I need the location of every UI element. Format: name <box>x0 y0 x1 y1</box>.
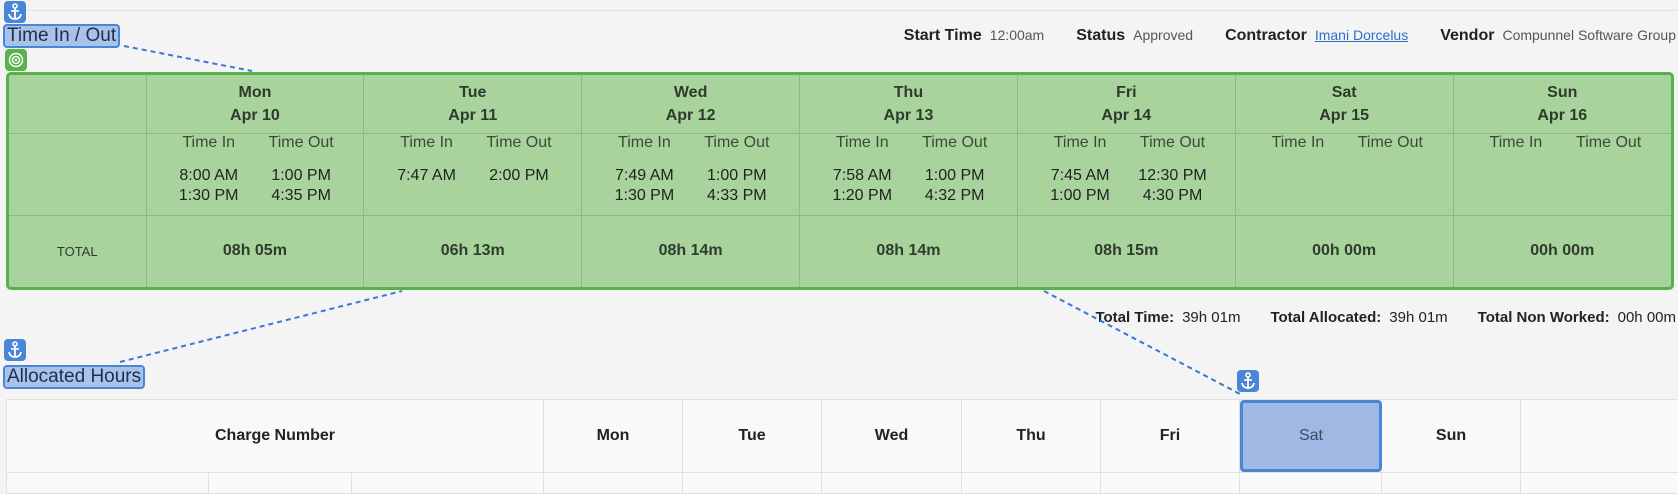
allocated-header-row: Charge Number Mon Tue Wed Thu Fri Sat Su… <box>7 400 1678 473</box>
time-in-value: 7:58 AM <box>832 167 892 184</box>
corner-cell <box>9 75 147 134</box>
sub-cell <box>822 473 962 493</box>
alloc-extra-header <box>1521 400 1677 472</box>
timesheet-meta: Start Time 12:00am Status Approved Contr… <box>904 27 1676 45</box>
day-total: 08h 15m <box>1017 215 1236 287</box>
time-in-out-table: Mon Apr 10 Tue Apr 11 Wed Apr 12 Thu Apr 13 … <box>6 72 1674 290</box>
total-allocated-label: Total Allocated: <box>1270 309 1382 326</box>
time-out-value: 12:30 PM <box>1138 167 1207 184</box>
time-in-value: 1:30 PM <box>614 187 675 204</box>
day-times-cell: Time In Time Out 7:47 AM 2:00 PM <box>363 133 583 216</box>
total-time-value: 39h 01m <box>1182 309 1241 326</box>
day-header: Sat Apr 15 <box>1235 75 1454 134</box>
day-total: 08h 14m <box>799 215 1018 287</box>
sub-cell <box>209 473 352 493</box>
alloc-day-header[interactable]: Thu <box>962 400 1101 472</box>
time-in-value: 1:30 PM <box>178 187 239 204</box>
total-non-worked-label: Total Non Worked: <box>1477 309 1610 326</box>
anchor-icon <box>4 339 26 361</box>
day-times-cell: Time In Time Out 7:58 AM 1:20 PM 1:00 PM 4:… <box>799 133 1018 216</box>
alloc-day-header[interactable]: Sun <box>1382 400 1521 472</box>
allocated-hours-highlight-label: Allocated Hours <box>3 365 146 389</box>
top-divider <box>20 10 1678 11</box>
anchor-icon <box>4 1 26 23</box>
time-out-value: 1:00 PM <box>271 167 331 184</box>
time-in-value: 7:47 AM <box>397 167 456 184</box>
contractor-link[interactable]: Imani Dorcelus <box>1315 27 1408 43</box>
total-label: TOTAL <box>9 215 147 287</box>
total-time-label: Total Time: <box>1095 309 1175 326</box>
connector-line <box>119 290 403 363</box>
vendor-value: Compunnel Software Group <box>1502 27 1676 43</box>
day-times-cell: Time In Time Out <box>1453 133 1671 216</box>
vendor-label: Vendor <box>1440 27 1495 44</box>
sub-cell <box>352 473 544 493</box>
day-times-cell: Time In Time Out 8:00 AM 1:30 PM 1:00 PM 4:… <box>146 133 365 216</box>
day-total: 00h 00m <box>1530 242 1595 260</box>
time-out-value: 1:00 PM <box>924 167 985 184</box>
sub-cell <box>1101 473 1240 493</box>
day-total: 00h 00m <box>1235 215 1454 287</box>
connector-line <box>1043 290 1241 395</box>
charge-number-header[interactable]: Charge Number <box>7 400 544 472</box>
alloc-day-header[interactable]: Wed <box>822 400 962 472</box>
time-in-value: 1:00 PM <box>1050 187 1110 204</box>
time-out-value: 1:00 PM <box>707 167 767 184</box>
sub-cell <box>1382 473 1521 493</box>
day-header: Tue Apr 11 <box>363 75 583 134</box>
anchor-icon <box>1237 370 1259 392</box>
start-time-value: 12:00am <box>989 27 1045 43</box>
alloc-day-header[interactable]: Fri <box>1101 400 1240 472</box>
time-in-value: 8:00 AM <box>179 167 239 184</box>
alloc-day-header[interactable]: Tue <box>683 400 822 472</box>
day-total: 08h 14m <box>581 215 801 287</box>
day-total: 08h 05m <box>146 215 365 287</box>
time-out-value: 2:00 PM <box>489 167 549 184</box>
row-label-cell <box>9 133 147 216</box>
total-non-worked-value: 00h 00m <box>1617 309 1676 326</box>
time-entries-row: Time In Time Out 8:00 AM 1:30 PM 1:00 PM 4:… <box>9 133 1671 216</box>
time-in-value: 7:49 AM <box>615 167 674 184</box>
sub-cell <box>7 473 209 493</box>
time-out-value: 4:33 PM <box>707 187 767 204</box>
time-out-value: 4:35 PM <box>271 187 331 204</box>
contractor-label: Contractor <box>1225 27 1307 44</box>
day-header: Mon Apr 10 <box>146 75 365 134</box>
time-in-out-highlight-label: Time In / Out <box>3 24 121 48</box>
status-label: Status <box>1076 27 1126 44</box>
allocated-hours-table: Charge Number Mon Tue Wed Thu Fri Sat Su… <box>6 399 1678 494</box>
status-value: Approved <box>1133 27 1194 43</box>
allocated-sub-header-row <box>7 473 1678 493</box>
target-icon <box>5 49 27 71</box>
sub-cell <box>544 473 683 493</box>
day-header-row: Mon Apr 10 Tue Apr 11 Wed Apr 12 Thu Apr 13 … <box>9 75 1671 134</box>
day-total: 06h 13m <box>363 215 583 287</box>
sub-cell <box>962 473 1101 493</box>
day-header: Fri Apr 14 <box>1017 75 1236 134</box>
alloc-day-header[interactable]: Mon <box>544 400 683 472</box>
sub-cell <box>1240 473 1382 493</box>
day-times-cell: Time In Time Out <box>1235 133 1454 216</box>
time-out-value: 4:32 PM <box>924 187 985 204</box>
day-times-cell: Time In Time Out 7:45 AM 1:00 PM 12:30 PM 4… <box>1017 133 1236 216</box>
connector-line <box>123 45 253 72</box>
day-times-cell: Time In Time Out 7:49 AM 1:30 PM 1:00 PM 4:… <box>581 133 801 216</box>
day-header: Thu Apr 13 <box>799 75 1018 134</box>
total-allocated-value: 39h 01m <box>1389 309 1448 326</box>
alloc-day-header-selected[interactable]: Sat <box>1240 400 1382 472</box>
day-header: Wed Apr 12 <box>581 75 801 134</box>
sub-cell <box>683 473 822 493</box>
time-in-value: 1:20 PM <box>832 187 893 204</box>
start-time-label: Start Time <box>903 27 982 44</box>
time-out-value: 4:30 PM <box>1142 187 1203 204</box>
time-in-value: 7:45 AM <box>1050 167 1110 184</box>
totals-summary: Total Time: 39h 01m Total Allocated: 39h… <box>1095 309 1676 326</box>
day-header: Sun Apr 16 <box>1453 75 1671 134</box>
total-row: TOTAL 08h 05m 06h 13m 08h 14m 08h 14m 08… <box>9 215 1671 287</box>
